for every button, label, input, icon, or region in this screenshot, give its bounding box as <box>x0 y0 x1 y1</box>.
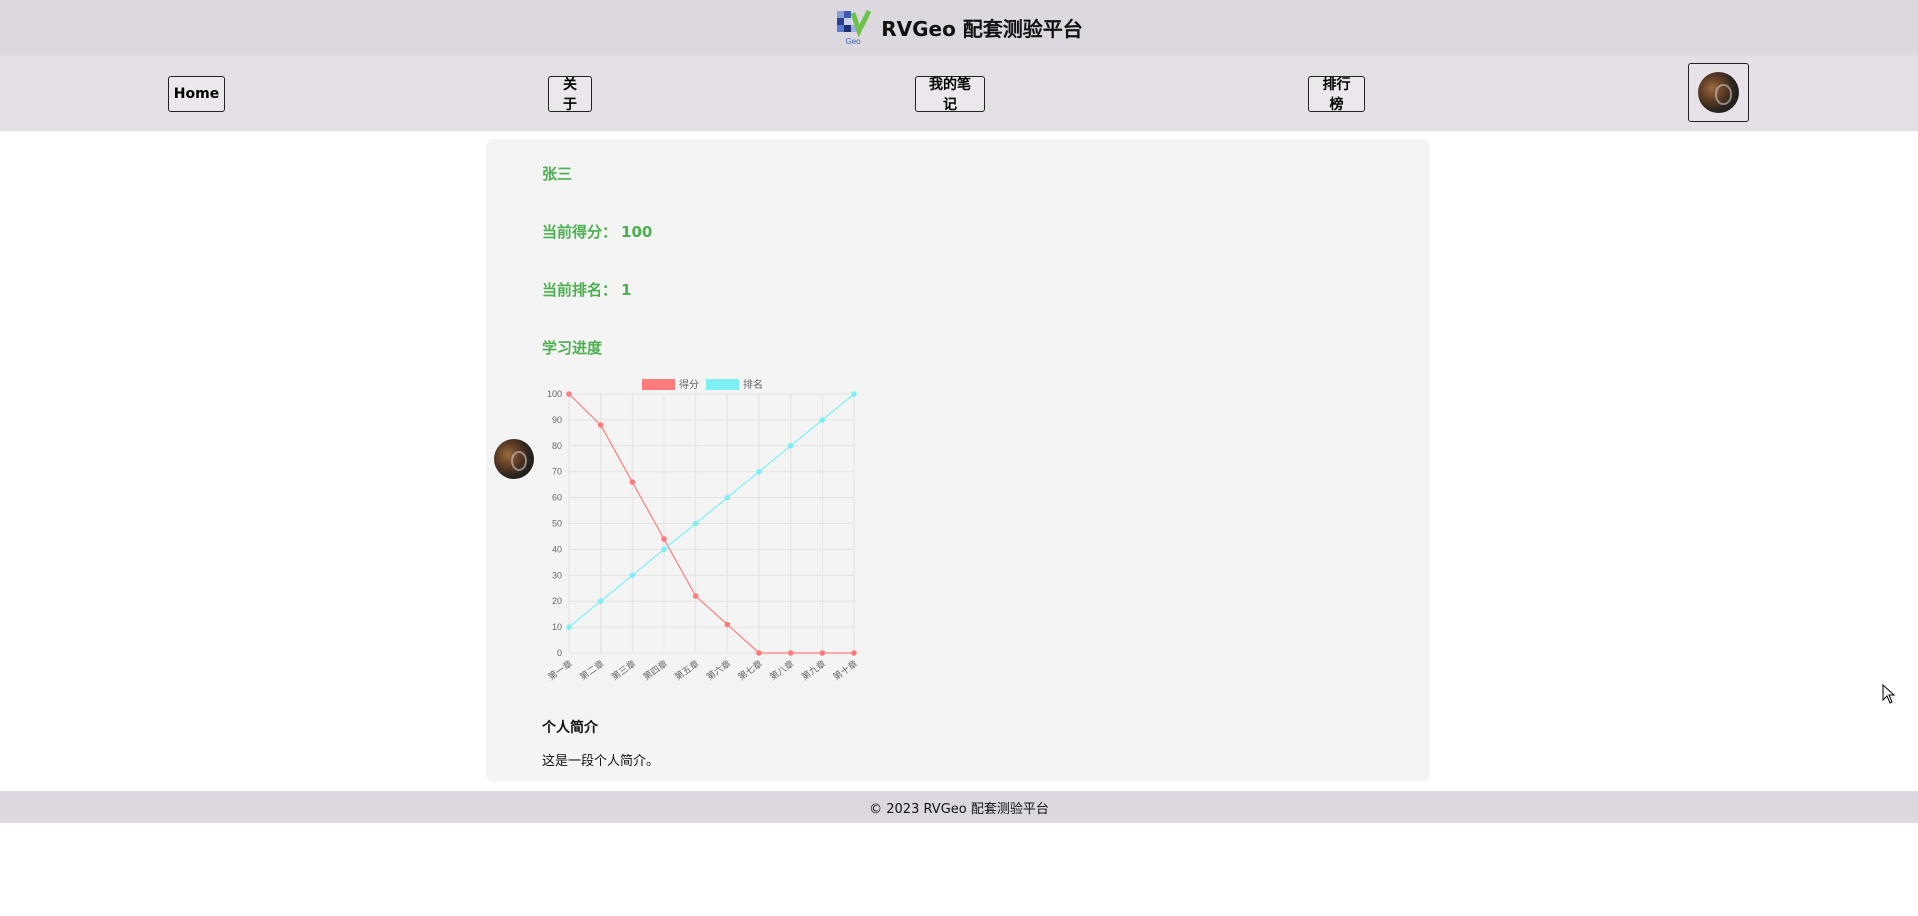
nav-notes-button[interactable]: 我的笔记 <box>915 76 985 113</box>
data-point <box>629 479 636 485</box>
rank-label: 当前排名： <box>542 281 618 299</box>
y-tick-label: 90 <box>552 415 562 425</box>
data-point <box>819 417 826 423</box>
app-logo: Geo <box>835 9 872 47</box>
x-tick-label: 第十章 <box>831 658 859 683</box>
data-point <box>787 650 794 656</box>
progress-chart-svg: 0 10 20 30 40 50 60 70 80 90 100 第一章 第二章 第三章 第四章 第五章 第六章… <box>546 378 859 683</box>
site-header: Geo RVGeo 配套测验平台 <box>0 0 1918 55</box>
data-point <box>756 468 762 475</box>
y-tick-label: 10 <box>552 622 562 632</box>
x-tick-label: 第五章 <box>672 658 700 683</box>
legend-label: 排名 <box>743 378 763 391</box>
y-tick-label: 60 <box>552 493 562 503</box>
user-avatar-button[interactable] <box>1688 63 1749 122</box>
score-label: 当前得分： <box>542 223 618 241</box>
progress-label: 学习进度 <box>542 339 603 357</box>
rank-row: 当前排名： 1 <box>542 279 631 300</box>
legend-swatch <box>706 379 739 390</box>
data-point <box>597 422 604 428</box>
logo-text: Geo <box>846 37 862 46</box>
x-tick-label: 第六章 <box>704 658 732 683</box>
data-point <box>787 443 794 449</box>
nav-about-button[interactable]: 关于 <box>548 76 592 113</box>
page-title: RVGeo 配套测验平台 <box>881 17 1083 41</box>
top-nav: Home 关于 我的笔记 排行榜 <box>0 55 1918 131</box>
y-tick-label: 70 <box>552 467 562 477</box>
data-point <box>566 391 572 397</box>
profile-panel: 张三 当前得分： 100 当前排名： 1 学习进度 0 10 20 30 40 50 60 70 8… <box>486 139 1430 782</box>
data-point <box>661 536 667 542</box>
data-point <box>724 621 731 628</box>
intro-heading: 个人简介 <box>542 720 598 736</box>
nav-ranking-button[interactable]: 排行榜 <box>1308 76 1365 113</box>
nav-home-button[interactable]: Home <box>168 76 225 112</box>
user-name: 张三 <box>542 165 573 183</box>
x-tick-label: 第一章 <box>546 658 574 683</box>
data-point <box>851 650 857 656</box>
legend-swatch <box>642 379 675 390</box>
score-row: 当前得分： 100 <box>542 221 652 242</box>
x-tick-label: 第二章 <box>577 658 605 683</box>
data-point <box>661 546 667 553</box>
footer-text: © 2023 RVGeo 配套测验平台 <box>869 801 1049 817</box>
data-point <box>597 598 604 604</box>
data-point <box>851 391 857 397</box>
y-tick-label: 50 <box>552 519 562 529</box>
x-tick-label: 第八章 <box>767 658 795 683</box>
progress-chart: 0 10 20 30 40 50 60 70 80 90 100 第一章 第二章 第三章 第四章 第五章 第六章… <box>542 371 862 686</box>
y-tick-label: 80 <box>552 441 562 451</box>
data-point <box>724 494 731 501</box>
data-point <box>819 650 826 656</box>
brand[interactable]: Geo RVGeo 配套测验平台 <box>835 9 1083 47</box>
x-tick-label: 第七章 <box>736 658 764 683</box>
y-tick-label: 20 <box>552 596 562 606</box>
legend-label: 得分 <box>679 379 699 391</box>
score-value: 100 <box>621 223 653 241</box>
y-tick-label: 0 <box>557 648 562 658</box>
rank-value: 1 <box>621 281 632 299</box>
data-point <box>756 650 762 656</box>
y-tick-label: 100 <box>547 389 562 399</box>
data-point <box>566 624 572 630</box>
y-tick-label: 40 <box>552 544 562 554</box>
site-footer: © 2023 RVGeo 配套测验平台 <box>0 791 1918 823</box>
y-tick-label: 30 <box>552 570 562 580</box>
data-point <box>692 520 699 527</box>
avatar <box>1698 72 1739 113</box>
profile-avatar <box>494 439 534 479</box>
x-tick-label: 第四章 <box>641 658 669 683</box>
intro-text: 这是一段个人简介。 <box>542 754 660 769</box>
data-point <box>692 593 699 599</box>
mouse-cursor-icon <box>1882 684 1896 704</box>
x-tick-label: 第九章 <box>799 658 827 683</box>
data-point <box>629 572 636 579</box>
series-line <box>568 393 855 628</box>
x-tick-label: 第三章 <box>609 658 637 683</box>
